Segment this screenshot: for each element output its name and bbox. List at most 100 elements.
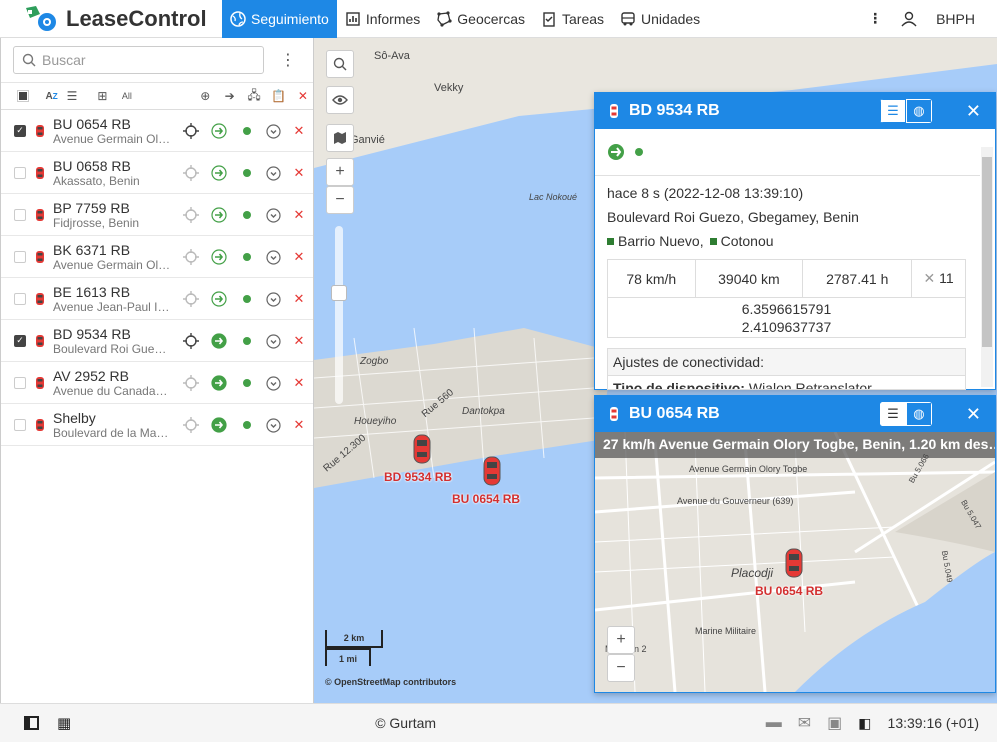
locate-icon[interactable] [183, 417, 199, 433]
select-all-icon[interactable] [13, 85, 33, 107]
globe-icon[interactable]: ◍ [905, 99, 932, 123]
locate-icon[interactable] [183, 165, 199, 181]
nav-geocercas[interactable]: Geocercas [428, 0, 533, 38]
nav-informes[interactable]: Informes [337, 0, 428, 38]
dropdown-icon[interactable] [265, 417, 281, 433]
sidebar-menu-icon[interactable]: ⋮ [280, 50, 296, 70]
remove-icon[interactable]: ✕ [291, 249, 307, 265]
remove-icon[interactable]: ✕ [291, 123, 307, 139]
unit-checkbox[interactable] [14, 208, 26, 221]
mail-icon[interactable]: ✉ [798, 713, 811, 733]
zoom-out-button[interactable]: − [326, 186, 354, 214]
unit-row[interactable]: ✓ BU 0654 RB Avenue Germain Olory Togbe … [1, 110, 313, 152]
remove-icon[interactable]: ✕ [291, 375, 307, 391]
add-all-icon[interactable]: All [117, 85, 137, 107]
unit-checkbox[interactable]: ✓ [14, 124, 26, 137]
command-icon[interactable] [607, 143, 625, 161]
locate-icon[interactable] [183, 207, 199, 223]
user-name[interactable]: BHPH [936, 11, 975, 27]
minimap-zoom-in-button[interactable]: + [607, 626, 635, 654]
popup-scrollbar[interactable] [981, 147, 993, 387]
list-view-icon[interactable]: ☰ [879, 402, 906, 426]
command-icon[interactable] [211, 249, 227, 265]
dropdown-icon[interactable] [265, 249, 281, 265]
locate-icon[interactable] [183, 333, 199, 349]
add-group-icon[interactable]: ⊞ [92, 85, 112, 107]
zoom-slider-track[interactable] [335, 226, 343, 404]
clipboard-header-icon[interactable]: 📋 [268, 85, 288, 107]
card-icon[interactable]: ▬ [766, 714, 782, 732]
image-icon[interactable]: ▣ [827, 713, 842, 733]
marker-car-icon[interactable] [784, 548, 804, 581]
sort-az-icon[interactable]: AZ [41, 85, 61, 107]
command-icon[interactable] [211, 417, 227, 433]
remove-icon[interactable]: ✕ [291, 207, 307, 223]
command-icon[interactable] [211, 333, 227, 349]
globe-icon[interactable]: ◍ [905, 402, 932, 426]
marker-car-icon[interactable] [412, 434, 432, 467]
search-input[interactable]: Buscar [13, 46, 264, 74]
map-layers-button[interactable] [326, 124, 354, 152]
list-view-icon[interactable]: ☰ [62, 85, 82, 107]
remove-icon[interactable]: ✕ [291, 165, 307, 181]
command-icon[interactable] [211, 375, 227, 391]
zoom-slider-handle[interactable] [331, 285, 347, 301]
dropdown-icon[interactable] [265, 291, 281, 307]
unit-checkbox[interactable] [14, 376, 26, 389]
close-icon[interactable]: ✕ [966, 101, 981, 122]
nav-seguimiento[interactable]: Seguimiento [222, 0, 337, 38]
remove-icon[interactable]: ✕ [291, 417, 307, 433]
unit-row[interactable]: BK 6371 RB Avenue Germain Olory Togbe ✕ [1, 236, 313, 278]
unit-row[interactable]: Shelby Boulevard de la Marina ✕ [1, 404, 313, 446]
locate-icon[interactable] [183, 249, 199, 265]
dropdown-icon[interactable] [265, 333, 281, 349]
delete-header-icon[interactable]: ✕ [293, 85, 313, 107]
unit-checkbox[interactable] [14, 250, 26, 263]
map-search-button[interactable] [326, 50, 354, 78]
more-menu-icon[interactable]: ⋮ [868, 10, 882, 27]
dropdown-icon[interactable] [265, 375, 281, 391]
dropdown-icon[interactable] [265, 165, 281, 181]
unit-address: Avenue Germain Olory Togbe [53, 257, 171, 272]
unit-row[interactable]: ✓ BD 9534 RB Boulevard Roi Guezo, Gbegam… [1, 320, 313, 362]
list-view-icon[interactable]: ☰ [879, 99, 906, 123]
status-dot [239, 333, 255, 349]
locate-icon[interactable] [183, 375, 199, 391]
map-view[interactable]: Sô-Ava Vekky Ganvié Lac Nokoué Zogbo Hou… [314, 38, 997, 703]
remove-icon[interactable]: ✕ [291, 333, 307, 349]
marker-car-icon[interactable] [482, 456, 502, 489]
minimap[interactable]: 27 km/h Avenue Germain Olory Togbe, Beni… [595, 432, 995, 692]
command-icon[interactable] [211, 123, 227, 139]
locate-icon[interactable] [183, 123, 199, 139]
toggle-sidebar-icon[interactable] [24, 716, 39, 730]
command-icon[interactable] [211, 165, 227, 181]
close-icon[interactable]: ✕ [966, 404, 981, 425]
unit-checkbox[interactable] [14, 166, 26, 179]
unit-checkbox[interactable] [14, 418, 26, 431]
command-icon[interactable] [211, 207, 227, 223]
locate-icon[interactable] [183, 291, 199, 307]
minimap-zoom-out-button[interactable]: − [607, 654, 635, 682]
command-header-icon[interactable]: ➔ [219, 85, 239, 107]
unit-row[interactable]: BE 1613 RB Avenue Jean-Paul II, Cotonou … [1, 278, 313, 320]
logo[interactable]: LeaseControl [0, 0, 222, 38]
unit-row[interactable]: AV 2952 RB Avenue du Canadas, Cotonou ✕ [1, 362, 313, 404]
unit-checkbox[interactable] [14, 292, 26, 305]
split-view-icon[interactable]: ◧ [858, 715, 871, 732]
unit-checkbox[interactable]: ✓ [14, 334, 26, 347]
dropdown-icon[interactable] [265, 207, 281, 223]
unit-row[interactable]: BP 7759 RB Fidjrosse, Benin ✕ [1, 194, 313, 236]
remove-icon[interactable]: ✕ [291, 291, 307, 307]
zoom-in-button[interactable]: + [326, 158, 354, 186]
apps-grid-icon[interactable]: ▦ [57, 714, 71, 732]
unit-row[interactable]: BU 0658 RB Akassato, Benin ✕ [1, 152, 313, 194]
dropdown-icon[interactable] [265, 123, 281, 139]
user-icon[interactable] [900, 10, 918, 28]
top-bar: LeaseControl Seguimiento Informes Geocer… [0, 0, 997, 38]
nav-tareas[interactable]: Tareas [533, 0, 612, 38]
nav-unidades[interactable]: Unidades [612, 0, 708, 38]
map-visibility-button[interactable] [326, 86, 354, 114]
connection-header-icon[interactable]: 🖧 [244, 85, 264, 107]
command-icon[interactable] [211, 291, 227, 307]
locate-header-icon[interactable]: ⊕ [195, 85, 215, 107]
